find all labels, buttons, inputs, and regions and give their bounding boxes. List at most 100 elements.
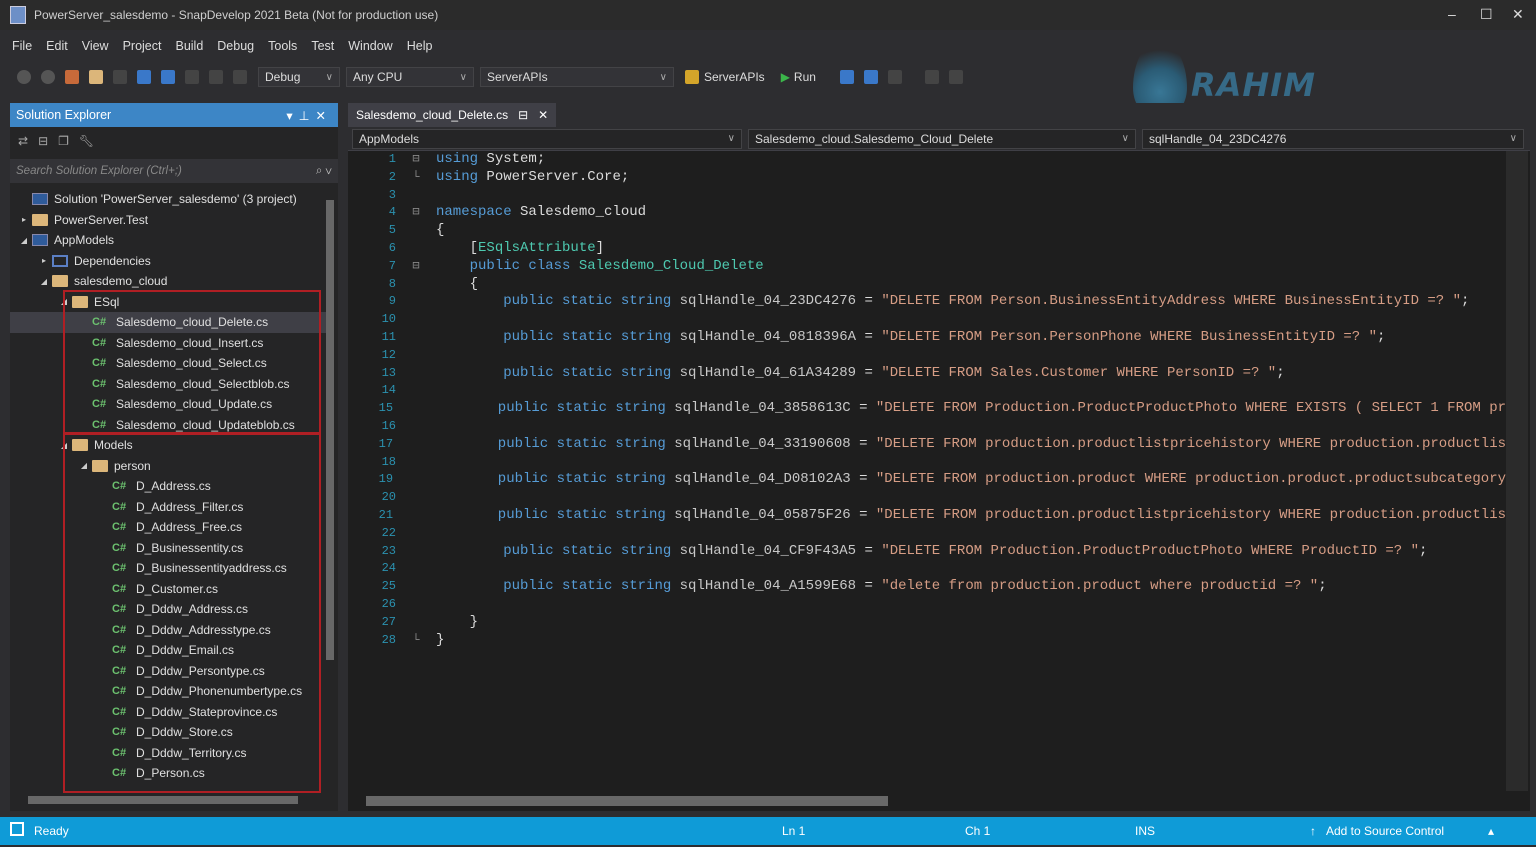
fold-icon[interactable] <box>396 578 436 596</box>
close-button[interactable]: ✕ <box>1512 6 1524 23</box>
tree-item[interactable]: ◢ AppModels <box>10 230 326 251</box>
deps-icon <box>52 254 68 267</box>
menu-help[interactable]: Help <box>407 39 433 53</box>
tab-label: Salesdemo_cloud_Delete.cs <box>356 108 509 122</box>
run-button[interactable]: Run <box>794 70 816 84</box>
fold-icon[interactable] <box>396 596 436 614</box>
stop-icon[interactable] <box>948 70 963 84</box>
project-icon <box>32 234 48 247</box>
menu-tools[interactable]: Tools <box>268 39 297 53</box>
run-icon[interactable]: ▶ <box>781 70 790 84</box>
menu-view[interactable]: View <box>82 39 109 53</box>
minimize-button[interactable]: – <box>1448 6 1456 22</box>
line-number: 19 <box>378 472 394 487</box>
menu-project[interactable]: Project <box>123 39 162 53</box>
fold-icon[interactable]: └ <box>396 169 436 187</box>
sync-icon[interactable]: ⇄ <box>18 134 28 148</box>
debug-tool-icon[interactable] <box>839 70 854 84</box>
maximize-button[interactable]: ☐ <box>1480 6 1493 23</box>
pause-icon[interactable] <box>924 70 939 84</box>
menu-test[interactable]: Test <box>311 39 334 53</box>
search-icon[interactable]: ⌕ ∨ <box>316 165 332 178</box>
menu-window[interactable]: Window <box>348 39 392 53</box>
undo-icon[interactable] <box>209 70 223 84</box>
fold-icon[interactable] <box>396 329 436 347</box>
expander-icon[interactable]: ◢ <box>18 236 30 245</box>
fold-icon[interactable] <box>396 347 436 365</box>
code-line: 22 <box>348 525 1506 543</box>
menu-edit[interactable]: Edit <box>46 39 68 53</box>
tab-salesdemo-cloud-delete[interactable]: Salesdemo_cloud_Delete.cs ⊟ ✕ <box>348 103 557 127</box>
show-all-files-icon[interactable]: ❐ <box>58 134 69 148</box>
close-tab-icon[interactable]: ✕ <box>538 108 548 122</box>
tree-item-label: Dependencies <box>74 253 151 268</box>
fold-icon[interactable]: ⊟ <box>396 258 436 276</box>
fold-icon[interactable] <box>396 489 436 507</box>
fold-icon[interactable] <box>396 311 436 329</box>
platform-select[interactable]: Any CPU ∨ <box>346 67 474 87</box>
line-number: 28 <box>381 632 396 647</box>
fold-icon[interactable] <box>393 436 431 454</box>
fold-icon[interactable] <box>396 240 436 258</box>
back-icon[interactable] <box>17 70 31 84</box>
fold-icon[interactable]: ⊟ <box>396 204 436 222</box>
expander-icon[interactable]: ◢ <box>38 277 50 286</box>
fold-icon[interactable] <box>396 365 436 383</box>
class-nav-select[interactable]: Salesdemo_cloud.Salesdemo_Cloud_Delete ∨ <box>748 128 1136 149</box>
pin-icon[interactable]: ⊟ <box>518 108 528 122</box>
tree-item[interactable]: ▸ PowerServer.Test <box>10 210 326 231</box>
run-target-label[interactable]: ServerAPIs <box>704 70 765 84</box>
attach-icon[interactable] <box>863 70 878 84</box>
editor-horizontal-scrollbar[interactable] <box>366 796 888 806</box>
fold-icon[interactable] <box>396 276 436 294</box>
fold-icon[interactable]: └ <box>396 632 436 650</box>
tree-item[interactable]: ▸ Dependencies <box>10 251 326 272</box>
open-folder-icon[interactable] <box>89 70 103 84</box>
copy-icon[interactable] <box>161 70 175 84</box>
member-nav-select[interactable]: sqlHandle_04_23DC4276 ∨ <box>1142 128 1524 149</box>
tree-item[interactable]: ◢ salesdemo_cloud <box>10 271 326 292</box>
save-icon[interactable] <box>113 70 127 84</box>
fold-icon[interactable] <box>396 418 436 436</box>
fold-icon[interactable]: ⊟ <box>396 151 436 169</box>
editor-vertical-scrollbar[interactable] <box>1506 151 1528 791</box>
expander-icon[interactable]: ▸ <box>38 256 50 265</box>
panel-controls[interactable]: ▾⊥✕ <box>286 108 332 123</box>
save-all-icon[interactable] <box>137 70 151 84</box>
fold-icon[interactable] <box>396 187 436 205</box>
configuration-select[interactable]: Debug ∨ <box>258 67 340 87</box>
paste-icon[interactable] <box>185 70 199 84</box>
fold-icon[interactable] <box>396 454 436 472</box>
expander-icon[interactable]: ▸ <box>18 215 30 224</box>
menu-build[interactable]: Build <box>175 39 203 53</box>
fold-icon[interactable] <box>393 471 431 489</box>
fold-icon[interactable] <box>393 400 431 418</box>
add-to-source-control-button[interactable]: Add to Source Control <box>1326 824 1444 838</box>
project-nav-select[interactable]: AppModels ∨ <box>352 128 742 149</box>
explorer-vertical-scrollbar[interactable] <box>326 200 334 660</box>
fold-icon[interactable] <box>396 543 436 561</box>
startup-project-select[interactable]: ServerAPIs ∨ <box>480 67 674 87</box>
fold-icon[interactable] <box>396 525 436 543</box>
new-project-icon[interactable] <box>65 70 79 84</box>
menu-file[interactable]: File <box>12 39 32 53</box>
solution-search-input[interactable]: Search Solution Explorer (Ctrl+;) ⌕ ∨ <box>10 159 338 183</box>
fold-icon[interactable] <box>396 382 436 400</box>
fold-icon[interactable] <box>396 560 436 578</box>
explorer-horizontal-scrollbar[interactable] <box>28 796 298 804</box>
fold-icon[interactable] <box>396 293 436 311</box>
fold-icon[interactable] <box>393 507 431 525</box>
chevron-up-icon[interactable]: ▴ <box>1488 824 1494 838</box>
step-icon[interactable] <box>887 70 902 84</box>
fold-icon[interactable] <box>396 614 436 632</box>
code-area[interactable]: 1 ⊟ using System; 2 └ using PowerServer.Core;… <box>348 151 1506 791</box>
forward-icon[interactable] <box>41 70 55 84</box>
fold-icon[interactable] <box>396 222 436 240</box>
code-line: 2 └ using PowerServer.Core; <box>348 169 1506 187</box>
redo-icon[interactable] <box>233 70 247 84</box>
collapse-all-icon[interactable]: ⊟ <box>38 134 48 148</box>
tree-item[interactable]: Solution 'PowerServer_salesdemo' (3 proj… <box>10 189 326 210</box>
properties-wrench-icon[interactable]: 🔧︎ <box>79 134 94 148</box>
column-indicator: Ch 1 <box>965 824 991 838</box>
menu-debug[interactable]: Debug <box>217 39 254 53</box>
